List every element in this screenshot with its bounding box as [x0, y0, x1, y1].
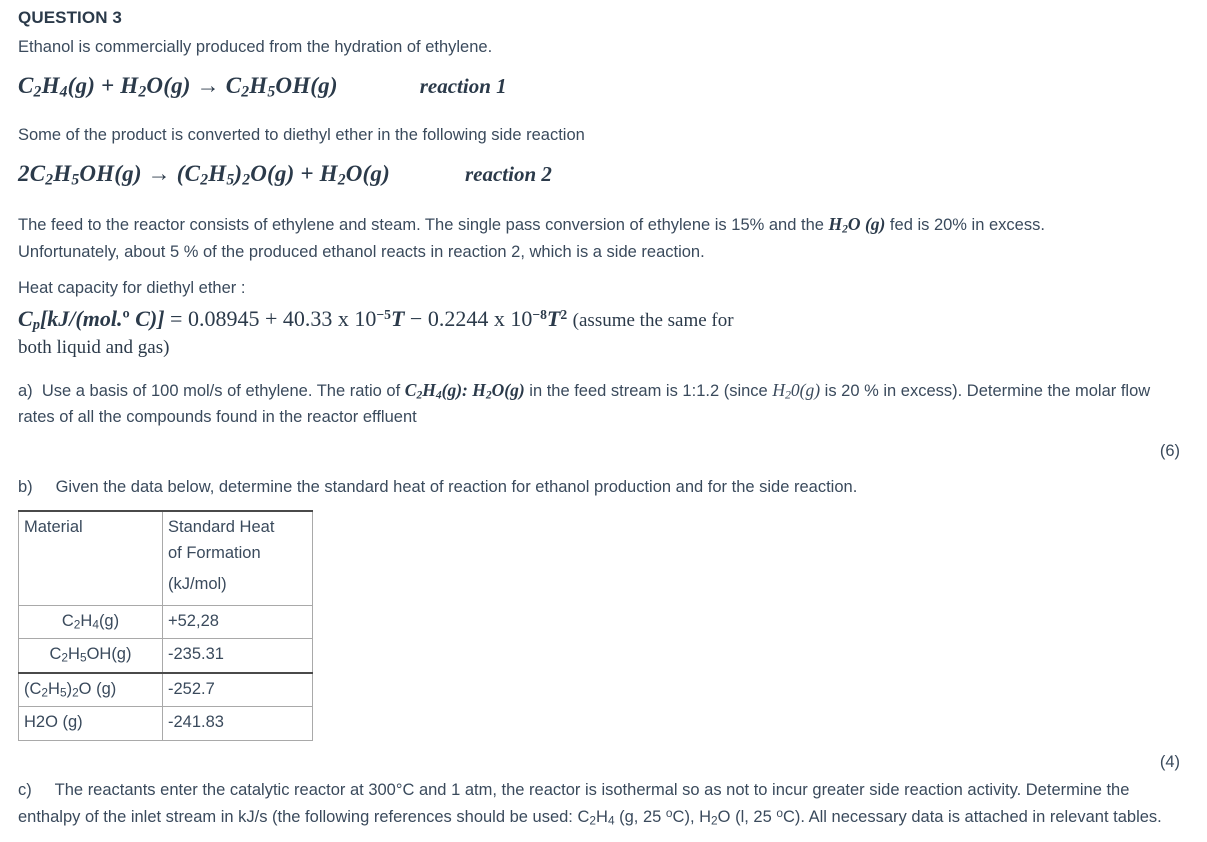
table-header-material: Material — [18, 510, 163, 606]
part-a-excess-formula: H20(g) — [772, 379, 821, 402]
part-a-text-1: Use a basis of 100 mol/s of ethylene. Th… — [41, 381, 405, 400]
part-c: c) The reactants enter the catalytic rea… — [18, 778, 1189, 830]
reaction-2-equation: 2C2H5OH(g) → (C2H5)2O(g) + H2O(g) — [18, 160, 390, 189]
table-cell-material: C2H5OH(g) — [18, 638, 163, 674]
part-b-label: b) — [18, 478, 56, 497]
header-line-2: of Formation — [168, 543, 261, 562]
part-c-label: c) — [18, 780, 55, 799]
table-cell-material: H2O (g) — [18, 706, 163, 741]
reaction-2-row: 2C2H5OH(g) → (C2H5)2O(g) + H2O(g) reacti… — [18, 161, 1189, 189]
part-a-text-2: in the feed stream is 1:1.2 (since — [524, 381, 773, 400]
feed-text-part-1: The feed to the reactor consists of ethy… — [18, 216, 829, 235]
table-row: (C2H5)2O (g) -252.7 — [18, 671, 313, 708]
feed-inline-formula: H2O (g) — [828, 214, 886, 236]
part-a-label: a) — [18, 381, 42, 400]
reaction-1-equation: C2H4(g) + H2O(g) → C2H5OH(g) — [18, 72, 338, 101]
feed-text-line-2: Unfortunately, about 5 % of the produced… — [18, 242, 705, 261]
heat-capacity-heading: Heat capacity for diethyl ether : — [18, 279, 246, 298]
table-row: C2H4(g) +52,28 — [18, 604, 313, 640]
table-cell-value: -235.31 — [162, 638, 313, 674]
part-a-ratio-formula: C2H4(g): H2O(g) — [404, 379, 525, 402]
table-cell-value: -252.7 — [162, 671, 313, 708]
heat-capacity-formula: Cp[kJ/(mol.º C)] = 0.08945 + 40.33 x 10−… — [18, 304, 1189, 360]
side-reaction-intro: Some of the product is converted to diet… — [18, 126, 585, 145]
heat-capacity-note-line-1: (assume the same for — [572, 310, 734, 332]
heat-capacity-note-line-2: both liquid and gas) — [18, 337, 170, 359]
part-b: b) Given the data below, determine the s… — [18, 475, 1189, 501]
table-header-row: Material Standard Heat of Formation (kJ/… — [18, 510, 313, 606]
page-title: QUESTION 3 — [18, 8, 122, 27]
part-b-text: Given the data below, determine the stan… — [55, 478, 858, 497]
feed-text-part-2: fed is 20% in excess. — [885, 216, 1045, 235]
part-b-marks: (4) — [1159, 752, 1180, 771]
reaction-1-label: reaction 1 — [419, 73, 507, 98]
table-cell-value: +52,28 — [162, 604, 313, 640]
table-cell-value: -241.83 — [162, 706, 313, 741]
document-page: QUESTION 3 Ethanol is commercially produ… — [0, 7, 1207, 830]
table-header-heat-of-formation: Standard Heat of Formation (kJ/mol) — [162, 510, 313, 606]
intro-paragraph: Ethanol is commercially produced from th… — [18, 38, 493, 57]
part-c-text-3: . All necessary data is attached in rele… — [800, 807, 1162, 826]
part-a-marks: (6) — [1159, 442, 1180, 461]
part-c-reference-2: H2O (l, 25 oC) — [699, 805, 801, 828]
reaction-1-row: C2H4(g) + H2O(g) → C2H5OH(g) reaction 1 — [18, 73, 1189, 101]
feed-paragraph: The feed to the reactor consists of ethy… — [18, 211, 1189, 265]
part-a: a) Use a basis of 100 mol/s of ethylene.… — [18, 377, 1189, 431]
part-c-reference-1: C2H4 (g, 25 oC) — [577, 805, 690, 828]
reaction-2-label: reaction 2 — [464, 161, 552, 186]
table-row: H2O (g) -241.83 — [18, 706, 313, 741]
table-row: C2H5OH(g) -235.31 — [18, 638, 313, 674]
header-line-1: Standard Heat — [168, 518, 275, 537]
header-line-3: (kJ/mol) — [168, 575, 227, 594]
table-cell-material: C2H4(g) — [18, 604, 163, 640]
heat-of-formation-table: Material Standard Heat of Formation (kJ/… — [18, 510, 313, 741]
table-cell-material: (C2H5)2O (g) — [18, 671, 163, 708]
part-c-text-2: , — [689, 807, 700, 826]
